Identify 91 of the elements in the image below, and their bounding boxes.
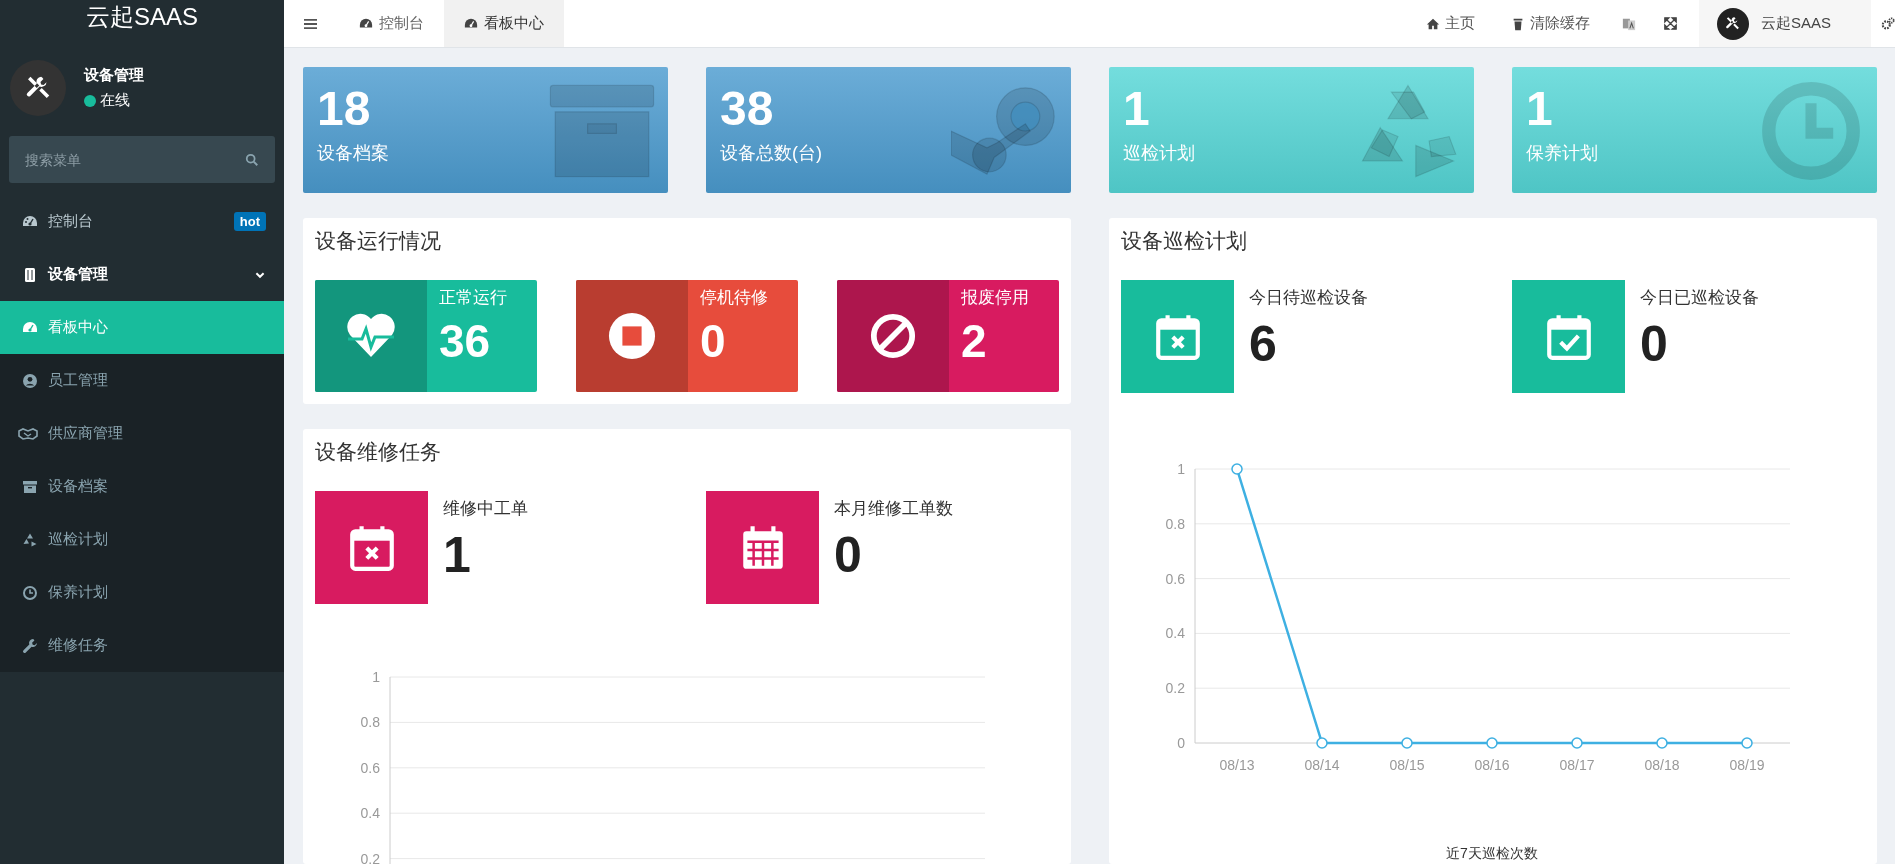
search-icon[interactable]	[245, 153, 259, 167]
data-point	[1231, 463, 1243, 475]
kpi-label: 本月维修工单数	[834, 498, 953, 520]
data-point	[1656, 737, 1668, 749]
kpi-value: 0	[1640, 315, 1669, 374]
menu-item[interactable]: 保养计划	[0, 566, 284, 619]
calendar-x-icon	[1121, 280, 1234, 393]
stat-label: 保养计划	[1526, 142, 1598, 165]
y-tick-label: 0.6	[360, 759, 380, 776]
stop-icon	[608, 312, 656, 360]
panel-title: 设备运行情况	[315, 228, 442, 254]
avatar-icon	[1716, 7, 1749, 40]
y-tick-label: 0.4	[1165, 625, 1185, 642]
x-tick-label: 08/14	[1304, 757, 1340, 773]
user-icon	[22, 372, 38, 389]
kpi-label: 今日已巡检设备	[1640, 287, 1759, 309]
calendar-check-icon	[1512, 280, 1625, 393]
status-count: 36	[439, 314, 492, 369]
y-tick-label: 0.8	[360, 714, 380, 731]
search-field[interactable]: 搜索菜单	[9, 136, 275, 183]
translate-icon	[1621, 16, 1636, 31]
user-menu[interactable]: 云起SAAS	[1698, 0, 1871, 47]
user-status: 在线	[100, 91, 130, 110]
home-icon	[1425, 16, 1440, 31]
stat-label: 巡检计划	[1123, 142, 1195, 165]
x-tick-label: 08/17	[1559, 757, 1595, 773]
x-tick-label: 08/15	[1389, 757, 1425, 773]
menu-item[interactable]: 设备管理	[0, 248, 284, 301]
app-logo[interactable]: 云起SAAS	[0, 0, 284, 48]
status-label: 停机待修	[700, 287, 768, 309]
nav-link[interactable]: 主页	[1407, 0, 1493, 47]
menu-item[interactable]: 员工管理	[0, 354, 284, 407]
panel-title: 设备巡检计划	[1121, 228, 1248, 254]
fullscreen-icon	[1663, 17, 1677, 30]
kpi-value: 6	[1249, 315, 1278, 374]
status-count: 2	[961, 314, 988, 369]
menu-icon[interactable]	[304, 17, 317, 30]
y-tick-label: 1	[1177, 461, 1185, 477]
wrench-icon	[22, 637, 38, 654]
status-label: 正常运行	[439, 287, 507, 309]
ban-icon	[869, 312, 917, 360]
x-tick-label: 08/19	[1729, 757, 1765, 773]
x-tick-label: 08/18	[1644, 757, 1680, 773]
stat-value: 1	[1123, 81, 1151, 137]
chart-title: 近7天巡检次数	[1446, 845, 1538, 861]
menu-item[interactable]: 维修任务	[0, 619, 284, 672]
nav-link[interactable]: 清除缓存	[1492, 0, 1608, 47]
y-tick-label: 0.2	[360, 850, 380, 864]
y-tick-label: 0.8	[1165, 515, 1185, 532]
menu-item[interactable]: 控制台 hot	[0, 195, 284, 248]
y-tick-label: 0.6	[1165, 570, 1185, 587]
clock-icon	[22, 584, 38, 601]
x-tick-label: 08/13	[1219, 757, 1255, 773]
y-tick-label: 0	[1177, 735, 1185, 751]
gauge-icon	[359, 16, 373, 31]
y-tick-label: 1	[372, 669, 380, 685]
stat-label: 设备档案	[317, 142, 389, 165]
chip-icon	[22, 266, 38, 283]
data-point	[1486, 737, 1498, 749]
hot-badge: hot	[233, 212, 266, 231]
status-label: 报废停用	[961, 287, 1029, 309]
recycle-icon	[22, 531, 38, 548]
calendar-x-icon	[315, 491, 428, 604]
data-point	[1741, 737, 1753, 749]
data-point	[1571, 737, 1583, 749]
calendar-icon	[706, 491, 819, 604]
data-point	[1316, 737, 1328, 749]
panel-title: 设备维修任务	[315, 439, 442, 465]
tab[interactable]: 看板中心	[444, 0, 564, 47]
kpi-value: 1	[443, 526, 472, 585]
stat-value: 38	[720, 81, 775, 137]
status-count: 0	[700, 314, 727, 369]
settings-icon	[1881, 16, 1895, 31]
menu-item[interactable]: 巡检计划	[0, 513, 284, 566]
archive-icon	[22, 478, 38, 495]
y-tick-label: 0.4	[360, 805, 380, 822]
kpi-value: 0	[834, 526, 863, 585]
stat-value: 18	[317, 81, 372, 137]
avatar-icon	[10, 60, 66, 116]
gauge-icon	[464, 16, 478, 31]
stat-label: 设备总数(台)	[720, 142, 822, 165]
menu-item[interactable]: 供应商管理	[0, 407, 284, 460]
kpi-label: 维修中工单	[443, 498, 528, 520]
data-point	[1401, 737, 1413, 749]
x-tick-label: 08/16	[1474, 757, 1510, 773]
kpi-label: 今日待巡检设备	[1249, 287, 1368, 309]
stat-value: 1	[1526, 81, 1554, 137]
user-name: 设备管理	[84, 66, 144, 85]
y-tick-label: 0.2	[1165, 680, 1185, 697]
menu-item[interactable]: 设备档案	[0, 460, 284, 513]
heartbeat-icon	[346, 313, 396, 359]
